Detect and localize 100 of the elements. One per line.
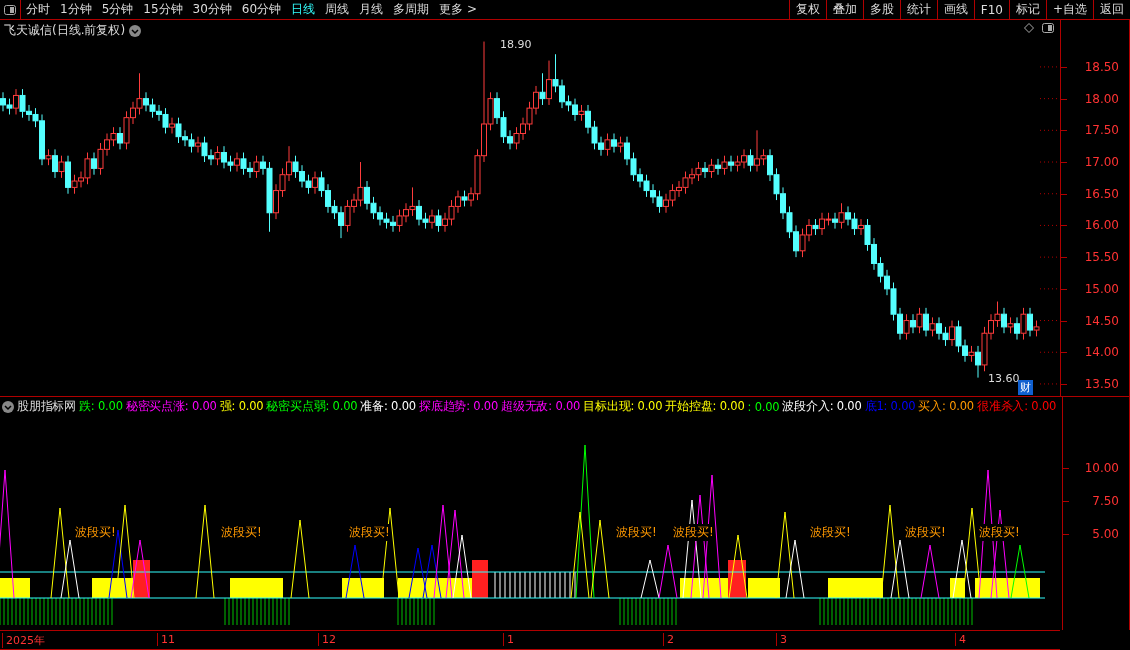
candlestick [1014, 316, 1020, 341]
indicator-title: 股朋指标网 [17, 399, 76, 414]
period-tab[interactable]: 分时 [21, 0, 55, 19]
toolbar-button[interactable]: 叠加 [825, 0, 863, 19]
signal-label: 波段买! [810, 524, 851, 541]
legend-item: 波段介入: 0.00 [782, 399, 862, 414]
candlestick [578, 104, 585, 122]
candlestick [968, 345, 975, 363]
candlestick [838, 202, 845, 230]
dropdown-icon[interactable] [129, 24, 142, 37]
legend-item: 开始控盘: 0.00 [665, 399, 745, 414]
price-axis-label: 18.50 [1084, 59, 1119, 74]
period-tab[interactable]: 月线 [354, 0, 389, 19]
candlestick [832, 212, 838, 230]
signal-label: 波段买! [979, 524, 1020, 541]
price-axis-label: 14.00 [1084, 345, 1119, 360]
toolbar-button[interactable]: 多股 [862, 0, 900, 19]
candlestick [13, 88, 19, 115]
period-tab[interactable]: 60分钟 [236, 0, 287, 19]
chart-title: 飞天诚信(日线.前复权) [4, 22, 126, 39]
finance-badge[interactable]: 财 [1018, 380, 1033, 395]
candlestick [858, 218, 864, 236]
candlestick [91, 152, 97, 176]
price-axis-label: 13.50 [1084, 376, 1119, 391]
indicator-axis-label: 7.50 [1092, 494, 1119, 508]
period-tab[interactable]: 日线 [286, 0, 321, 19]
price-axis-label: 15.00 [1084, 281, 1119, 296]
date-label: 11 [157, 633, 175, 646]
legend-item: 强: 0.00 [219, 399, 264, 414]
period-tab[interactable]: 15分钟 [138, 0, 188, 19]
price-axis-label: 18.00 [1084, 91, 1119, 106]
candlestick [903, 313, 910, 341]
signal-label: 波段买! [221, 524, 262, 541]
candlestick [1020, 307, 1027, 341]
candlestick [429, 209, 435, 230]
indicator-axis-label: 10.00 [1084, 461, 1119, 475]
candlestick [234, 152, 240, 173]
candlestick [546, 60, 552, 106]
toolbar-button[interactable]: 复权 [788, 0, 826, 19]
period-tab[interactable]: 更多 > [434, 0, 482, 19]
toolbar-button[interactable]: F10 [973, 0, 1009, 19]
candlestick [195, 136, 201, 154]
candlestick [975, 345, 981, 379]
legend-item: 买入: 0.00 [918, 399, 974, 414]
candlestick [812, 218, 819, 236]
candlestick [1027, 307, 1033, 337]
date-label: 3 [776, 633, 787, 646]
period-tab[interactable]: 1分钟 [55, 0, 97, 19]
period-tab[interactable]: 多周期 [388, 0, 435, 19]
date-label: 4 [955, 633, 966, 646]
legend-item: 超级无敌: 0.00 [501, 399, 581, 414]
candlestick [65, 155, 71, 195]
period-tab[interactable]: 5分钟 [96, 0, 139, 19]
signal-label: 波段买! [349, 524, 390, 541]
legend-item: 目标出现: 0.00 [583, 399, 663, 414]
legend-item: 探底趋势: 0.00 [418, 399, 499, 414]
price-axis-label: 17.00 [1084, 155, 1119, 169]
legend-item: 底1: 0.00 [864, 399, 916, 414]
legend-item: 秘密买点弱: 0.00 [266, 399, 358, 414]
diamond-icon[interactable] [1024, 23, 1034, 33]
candlestick [702, 161, 708, 179]
indicator-axis-label: 5.00 [1092, 527, 1119, 541]
candlestick [1001, 307, 1007, 334]
candlestick [117, 126, 123, 150]
date-label: 2 [663, 633, 674, 646]
toolbar-button[interactable]: 统计 [899, 0, 937, 19]
legend-item: : 0.00 [747, 399, 780, 414]
price-axis-label: 15.50 [1084, 250, 1119, 265]
price-axis-label: 14.50 [1084, 313, 1119, 328]
price-axis-label: 16.50 [1084, 186, 1119, 201]
toolbar-button[interactable]: +自选 [1045, 0, 1093, 19]
candlestick [923, 307, 929, 337]
candlestick [539, 72, 546, 106]
toolbar-button[interactable]: 返回 [1093, 0, 1130, 19]
signal-label: 波段买! [75, 524, 116, 541]
legend-item: 秘密买点涨: 0.00 [125, 399, 217, 414]
candlestick [708, 158, 715, 179]
toolbar-button[interactable]: 标记 [1008, 0, 1046, 19]
candlestick [949, 320, 955, 347]
date-label: 2025年 [2, 633, 45, 648]
candlestick [611, 133, 617, 154]
signal-label: 波段买! [673, 524, 714, 541]
candlestick [715, 158, 721, 176]
dropdown-icon[interactable] [2, 400, 14, 413]
price-axis-label: 16.00 [1084, 218, 1119, 233]
price-axis-label: 17.50 [1084, 123, 1119, 138]
low-price-label: 13.60 [988, 372, 1020, 385]
high-price-label: 18.90 [500, 38, 532, 51]
toolbar-button[interactable]: 画线 [936, 0, 974, 19]
panel-toggle-icon[interactable] [1042, 23, 1054, 33]
candlestick [728, 155, 734, 173]
legend-item: 准备: 0.00 [360, 399, 416, 414]
legend-item: 很准杀入: 0.00 [977, 399, 1057, 414]
signal-label: 波段买! [905, 524, 946, 541]
candlestick [169, 117, 175, 134]
candlestick [604, 133, 611, 157]
date-label: 12 [318, 633, 336, 646]
period-tab[interactable]: 周线 [320, 0, 355, 19]
period-tab[interactable]: 30分钟 [187, 0, 237, 19]
candlestick [52, 148, 58, 179]
